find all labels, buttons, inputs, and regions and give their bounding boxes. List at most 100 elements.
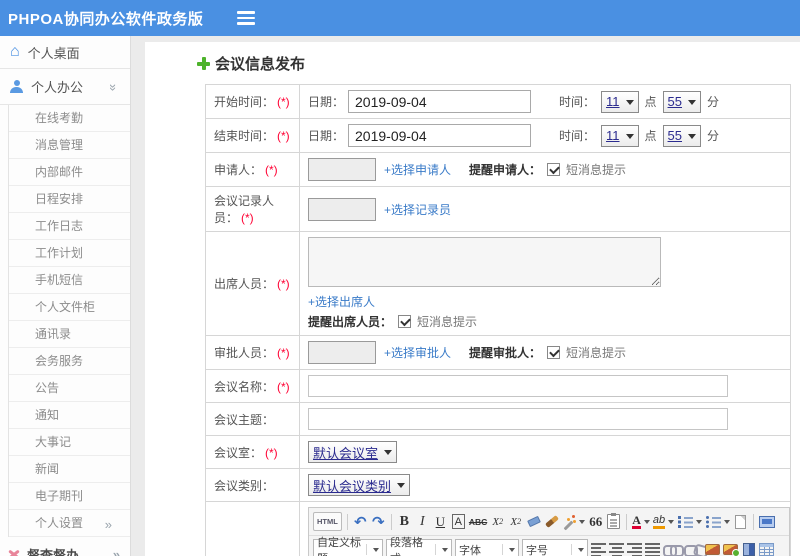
hour-suffix: 点 — [644, 95, 657, 109]
sidebar-item-work-plan[interactable]: 工作计划 — [9, 240, 130, 267]
insert-picture-icon[interactable] — [723, 540, 740, 556]
sidebar-item-e-journal[interactable]: 电子期刊 — [9, 483, 130, 510]
sidebar-item-contacts[interactable]: 通讯录 — [9, 321, 130, 348]
end-date-input[interactable] — [348, 124, 532, 147]
superscript-icon[interactable]: X2 — [490, 512, 505, 531]
undo-icon[interactable]: ↶ — [353, 512, 368, 531]
sidebar-item-notices[interactable]: 通知 — [9, 402, 130, 429]
meeting-category-select[interactable]: 默认会议类别 — [308, 474, 411, 496]
chevron-double-down-icon[interactable]: » — [106, 84, 121, 89]
minute-suffix: 分 — [707, 95, 720, 109]
insert-media-icon[interactable] — [741, 540, 756, 556]
date-label: 日期： — [308, 95, 345, 109]
meeting-room-select[interactable]: 默认会议室 — [308, 441, 398, 463]
sidebar-item-work-log[interactable]: 工作日志 — [9, 213, 130, 240]
sidebar-item-personal-desktop[interactable]: ⌂ 个人桌面 — [0, 36, 130, 69]
bold-icon[interactable]: B — [397, 512, 412, 531]
subscript-icon[interactable]: X2 — [508, 512, 523, 531]
remind-applicant-label: 提醒申请人： — [469, 163, 542, 177]
required-mark: (*) — [241, 211, 254, 225]
sidebar-item-label: 个人设置 — [35, 516, 84, 530]
required-mark: (*) — [277, 346, 290, 360]
ordered-list-icon[interactable] — [677, 512, 703, 531]
form-row-applicant: 申请人： (*) +选择申请人 提醒申请人： 短消息提示 — [205, 152, 791, 187]
meeting-room-label: 会议室： — [214, 445, 263, 460]
dropdown-arrow-icon — [579, 520, 586, 527]
insert-link-icon[interactable] — [663, 540, 684, 556]
html-source-button[interactable]: HTML — [313, 512, 342, 531]
align-left-icon[interactable] — [591, 540, 606, 556]
sidebar-item-personal-settings[interactable]: 个人设置 » — [9, 510, 130, 537]
form-row-recorder: 会议记录人员： (*) +选择记录员 — [205, 186, 791, 232]
attendees-sms-checkbox[interactable] — [398, 315, 412, 328]
magic-wand-icon[interactable] — [562, 512, 586, 531]
unordered-list-icon[interactable] — [705, 512, 731, 531]
blockquote-icon[interactable]: 66 — [588, 512, 603, 531]
sidebar-item-announcements[interactable]: 公告 — [9, 375, 130, 402]
start-minute-select[interactable]: 55 — [662, 90, 702, 113]
paste-icon[interactable] — [606, 512, 621, 531]
choose-applicant-link[interactable]: +选择申请人 — [384, 161, 451, 178]
sidebar-item-personal-office[interactable]: 个人办公 » — [0, 69, 130, 105]
remove-link-icon[interactable] — [684, 540, 702, 556]
format-brush-icon[interactable] — [544, 512, 559, 531]
eraser-icon[interactable] — [526, 512, 541, 531]
sidebar-item-meeting-service[interactable]: 会务服务 — [9, 348, 130, 375]
insert-table-icon[interactable] — [759, 540, 774, 556]
paragraph-format-select[interactable]: 段落格式 — [386, 537, 452, 556]
sms-hint-label: 短消息提示 — [566, 346, 627, 360]
custom-title-select[interactable]: 自定义标题 — [313, 537, 383, 556]
start-time-label: 开始时间： — [214, 95, 275, 109]
sidebar-item-message-management[interactable]: 消息管理 — [9, 132, 130, 159]
sidebar-item-news[interactable]: 新闻 — [9, 456, 130, 483]
approver-input[interactable] — [308, 341, 376, 364]
insert-image-icon[interactable] — [705, 540, 720, 556]
fullscreen-icon[interactable] — [759, 512, 776, 531]
dropdown-arrow-icon — [643, 520, 650, 527]
sidebar-item-online-attendance[interactable]: 在线考勤 — [9, 105, 130, 132]
redo-icon[interactable]: ↷ — [371, 512, 386, 531]
new-page-icon[interactable] — [733, 512, 748, 531]
sidebar-item-supervision[interactable]: 督查督办 » — [0, 537, 130, 556]
remind-approver-label: 提醒审批人： — [469, 346, 542, 360]
approver-label: 审批人员： — [214, 346, 275, 360]
sidebar-item-mobile-sms[interactable]: 手机短信 — [9, 267, 130, 294]
sidebar-item-personal-file-cabinet[interactable]: 个人文件柜 — [9, 294, 130, 321]
highlight-color-icon[interactable]: ab — [652, 512, 675, 531]
approver-sms-checkbox[interactable] — [547, 346, 561, 359]
font-size-select[interactable]: 字号 — [522, 539, 588, 556]
align-justify-icon[interactable] — [645, 540, 660, 556]
page-title: 会议信息发布 — [197, 53, 800, 74]
underline-icon[interactable]: U — [433, 512, 448, 531]
styled-text-icon[interactable]: A — [451, 514, 465, 529]
recorder-input[interactable] — [308, 197, 376, 221]
meeting-name-input[interactable] — [308, 375, 728, 397]
dropdown-arrow-icon — [578, 548, 584, 555]
end-hour-select[interactable]: 11 — [601, 124, 639, 147]
sidebar-item-schedule[interactable]: 日程安排 — [9, 186, 130, 213]
applicant-input[interactable] — [308, 158, 376, 181]
font-color-icon[interactable]: A — [632, 512, 650, 531]
italic-icon[interactable]: I — [415, 512, 430, 531]
date-label: 日期： — [308, 129, 345, 143]
minute-suffix: 分 — [707, 129, 720, 143]
choose-attendees-link[interactable]: +选择出席人 — [308, 295, 375, 309]
hamburger-menu-icon[interactable] — [237, 11, 256, 25]
align-center-icon[interactable] — [609, 540, 624, 556]
choose-recorder-link[interactable]: +选择记录员 — [384, 201, 451, 218]
sidebar-item-memorabilia[interactable]: 大事记 — [9, 429, 130, 456]
applicant-sms-checkbox[interactable] — [547, 163, 561, 176]
sidebar-item-internal-mail[interactable]: 内部邮件 — [9, 159, 130, 186]
start-date-input[interactable] — [348, 90, 532, 113]
align-right-icon[interactable] — [627, 540, 642, 556]
choose-approver-link[interactable]: +选择审批人 — [384, 344, 451, 361]
meeting-subject-input[interactable] — [308, 408, 728, 430]
attendees-textarea[interactable] — [308, 237, 661, 287]
chevron-right-icon: » — [112, 546, 120, 556]
font-family-select[interactable]: 字体 — [455, 539, 519, 556]
start-hour-select[interactable]: 11 — [601, 90, 639, 113]
sidebar-item-label: 个人桌面 — [27, 45, 80, 61]
strikethrough-icon[interactable]: ABC — [469, 512, 487, 531]
dropdown-arrow-icon — [688, 133, 697, 143]
end-minute-select[interactable]: 55 — [662, 124, 702, 147]
